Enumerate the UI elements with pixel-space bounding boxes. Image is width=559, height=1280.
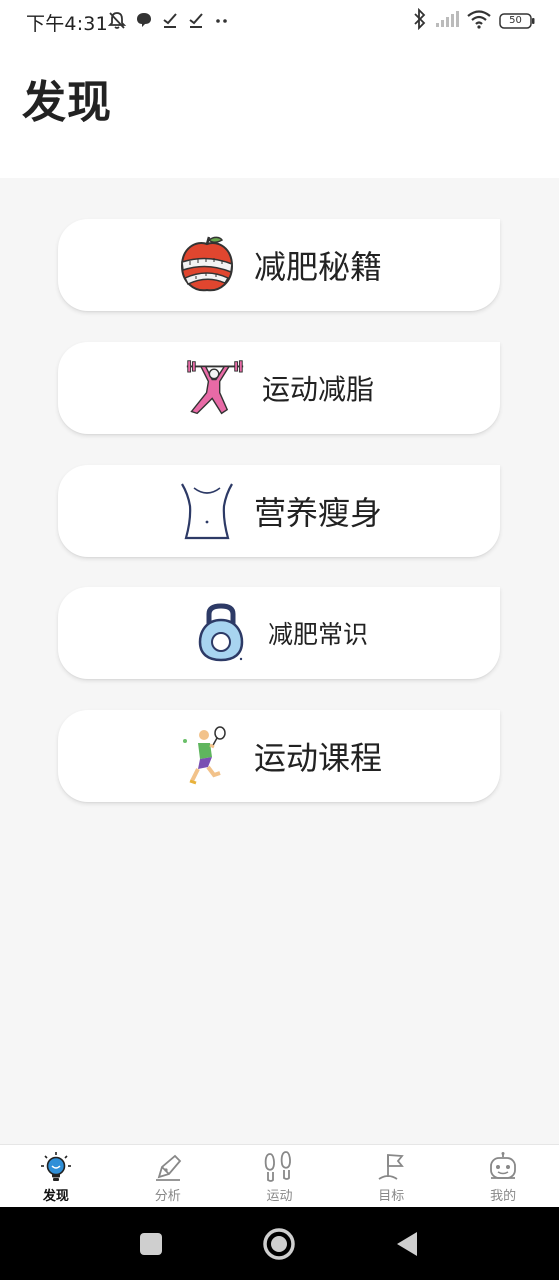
recents-square-icon[interactable] <box>132 1225 170 1263</box>
check-icon <box>161 11 179 33</box>
lightbulb-icon <box>39 1151 73 1183</box>
tab-mine[interactable]: 我的 <box>447 1145 559 1208</box>
check-icon <box>187 11 205 33</box>
battery-icon: 50 <box>499 12 535 30</box>
status-bar: 下午4:31 50 <box>0 0 559 42</box>
tab-analysis[interactable]: 分析 <box>112 1145 224 1208</box>
apple-measuring-tape-icon <box>176 234 238 296</box>
header: 发现 <box>0 42 559 178</box>
system-navigation-bar <box>0 1207 559 1280</box>
card-label: 减肥常识 <box>267 620 368 649</box>
tab-label: 我的 <box>490 1189 517 1204</box>
tab-label: 分析 <box>154 1189 181 1204</box>
home-circle-icon[interactable] <box>260 1225 298 1263</box>
signal-icon <box>435 10 459 32</box>
card-nutrition-slimming[interactable]: 营养瘦身 <box>58 465 500 557</box>
chat-bubble-icon <box>135 11 153 33</box>
tab-discover[interactable]: 发现 <box>0 1145 112 1208</box>
tab-exercise[interactable]: 运动 <box>224 1145 336 1208</box>
tab-label: 目标 <box>378 1189 405 1204</box>
tab-goal[interactable]: 目标 <box>335 1145 447 1208</box>
page-title: 发现 <box>22 77 112 128</box>
bottom-tab-bar: 发现 分析 运动 目标 我的 <box>0 1144 559 1208</box>
weightlifter-icon <box>184 357 246 419</box>
footprints-icon <box>262 1151 296 1183</box>
kettlebell-icon <box>190 602 252 664</box>
bluetooth-icon <box>413 7 427 34</box>
wifi-icon <box>467 9 491 33</box>
system-icons: 50 <box>413 7 535 34</box>
card-label: 减肥秘籍 <box>253 248 382 286</box>
status-time: 下午4:31 <box>26 13 108 35</box>
card-label: 运动课程 <box>253 739 382 777</box>
tab-label: 运动 <box>266 1189 293 1204</box>
robot-face-icon <box>486 1151 520 1183</box>
card-weight-loss-secrets[interactable]: 减肥秘籍 <box>58 219 500 311</box>
card-label: 营养瘦身 <box>253 494 382 532</box>
slim-waist-icon <box>176 480 238 542</box>
flag-icon <box>374 1151 408 1183</box>
notification-icons <box>107 10 231 34</box>
bell-off-icon <box>107 10 127 34</box>
pen-icon <box>151 1151 185 1183</box>
back-triangle-icon[interactable] <box>388 1225 426 1263</box>
badminton-player-icon <box>176 725 238 787</box>
tab-label: 发现 <box>42 1189 69 1204</box>
card-exercise-courses[interactable]: 运动课程 <box>58 710 500 802</box>
dots-icon <box>213 11 231 33</box>
card-label: 运动减脂 <box>261 373 374 406</box>
card-weight-loss-knowledge[interactable]: 减肥常识 <box>58 587 500 679</box>
card-exercise-fat-loss[interactable]: 运动减脂 <box>58 342 500 434</box>
battery-level: 50 <box>509 15 522 26</box>
